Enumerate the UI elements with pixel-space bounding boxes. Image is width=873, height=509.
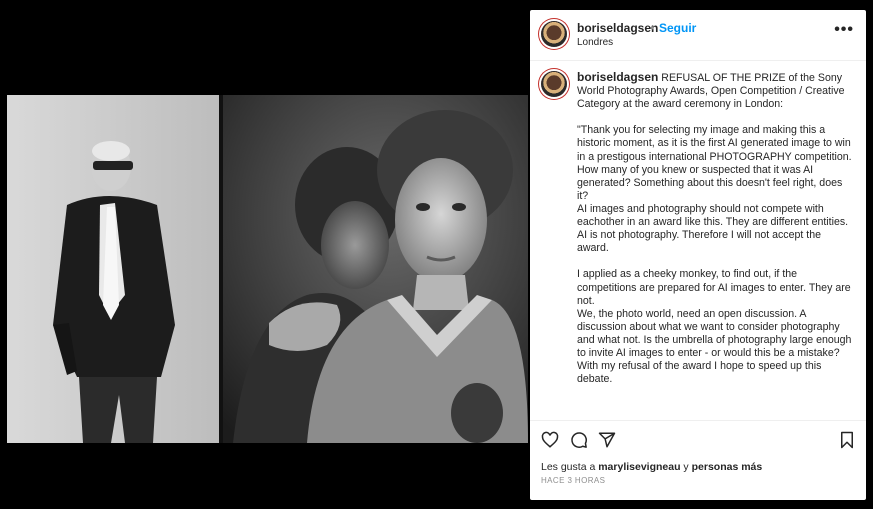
caption-paragraph: How many of you knew or suspected that i…	[577, 163, 843, 202]
caption-paragraph: I applied as a cheeky monkey, to find ou…	[577, 268, 851, 307]
header-username[interactable]: boriseldagsen	[577, 21, 658, 35]
likes-others-link[interactable]: personas más	[692, 461, 763, 473]
action-bar: Les gusta a marylisevigneau y personas m…	[530, 420, 866, 501]
caption-avatar[interactable]	[541, 71, 567, 97]
follow-button[interactable]: Seguir	[659, 21, 696, 35]
caption-paragraph: We, the photo world, need an open discus…	[577, 307, 852, 359]
caption-text: boriseldagsen REFUSAL OF THE PRIZE of th…	[577, 70, 854, 386]
heart-icon[interactable]	[541, 431, 559, 449]
more-options-icon[interactable]: •••	[834, 21, 854, 39]
caption-paragraph: With my refusal of the award I hope to s…	[577, 360, 822, 386]
caption-username[interactable]: boriseldagsen	[577, 70, 658, 84]
likes-user-link[interactable]: marylisevigneau	[598, 461, 680, 473]
caption: boriseldagsen REFUSAL OF THE PRIZE of th…	[530, 61, 866, 419]
comment-icon[interactable]	[570, 431, 588, 449]
location-link[interactable]: Londres	[577, 37, 613, 48]
bookmark-icon[interactable]	[838, 431, 856, 449]
likes-middle: y	[680, 461, 692, 473]
post-image	[7, 95, 528, 443]
share-icon[interactable]	[598, 431, 616, 449]
post-header: boriseldagsen • Seguir Londres •••	[530, 10, 866, 61]
caption-paragraph: AI images and photography should not com…	[577, 202, 849, 255]
post-photo[interactable]	[7, 95, 528, 443]
post-panel: boriseldagsen • Seguir Londres ••• boris…	[530, 10, 866, 500]
likes-summary: Les gusta a marylisevigneau y personas m…	[541, 461, 762, 473]
likes-prefix: Les gusta a	[541, 461, 599, 473]
post-timestamp[interactable]: HACE 3 HORAS	[541, 476, 605, 485]
separator-dot: •	[650, 21, 655, 35]
caption-paragraph: "Thank you for selecting my image and ma…	[577, 124, 852, 163]
caption-first-line: boriseldagsen REFUSAL OF THE PRIZE of th…	[577, 70, 854, 111]
avatar[interactable]	[541, 21, 567, 47]
